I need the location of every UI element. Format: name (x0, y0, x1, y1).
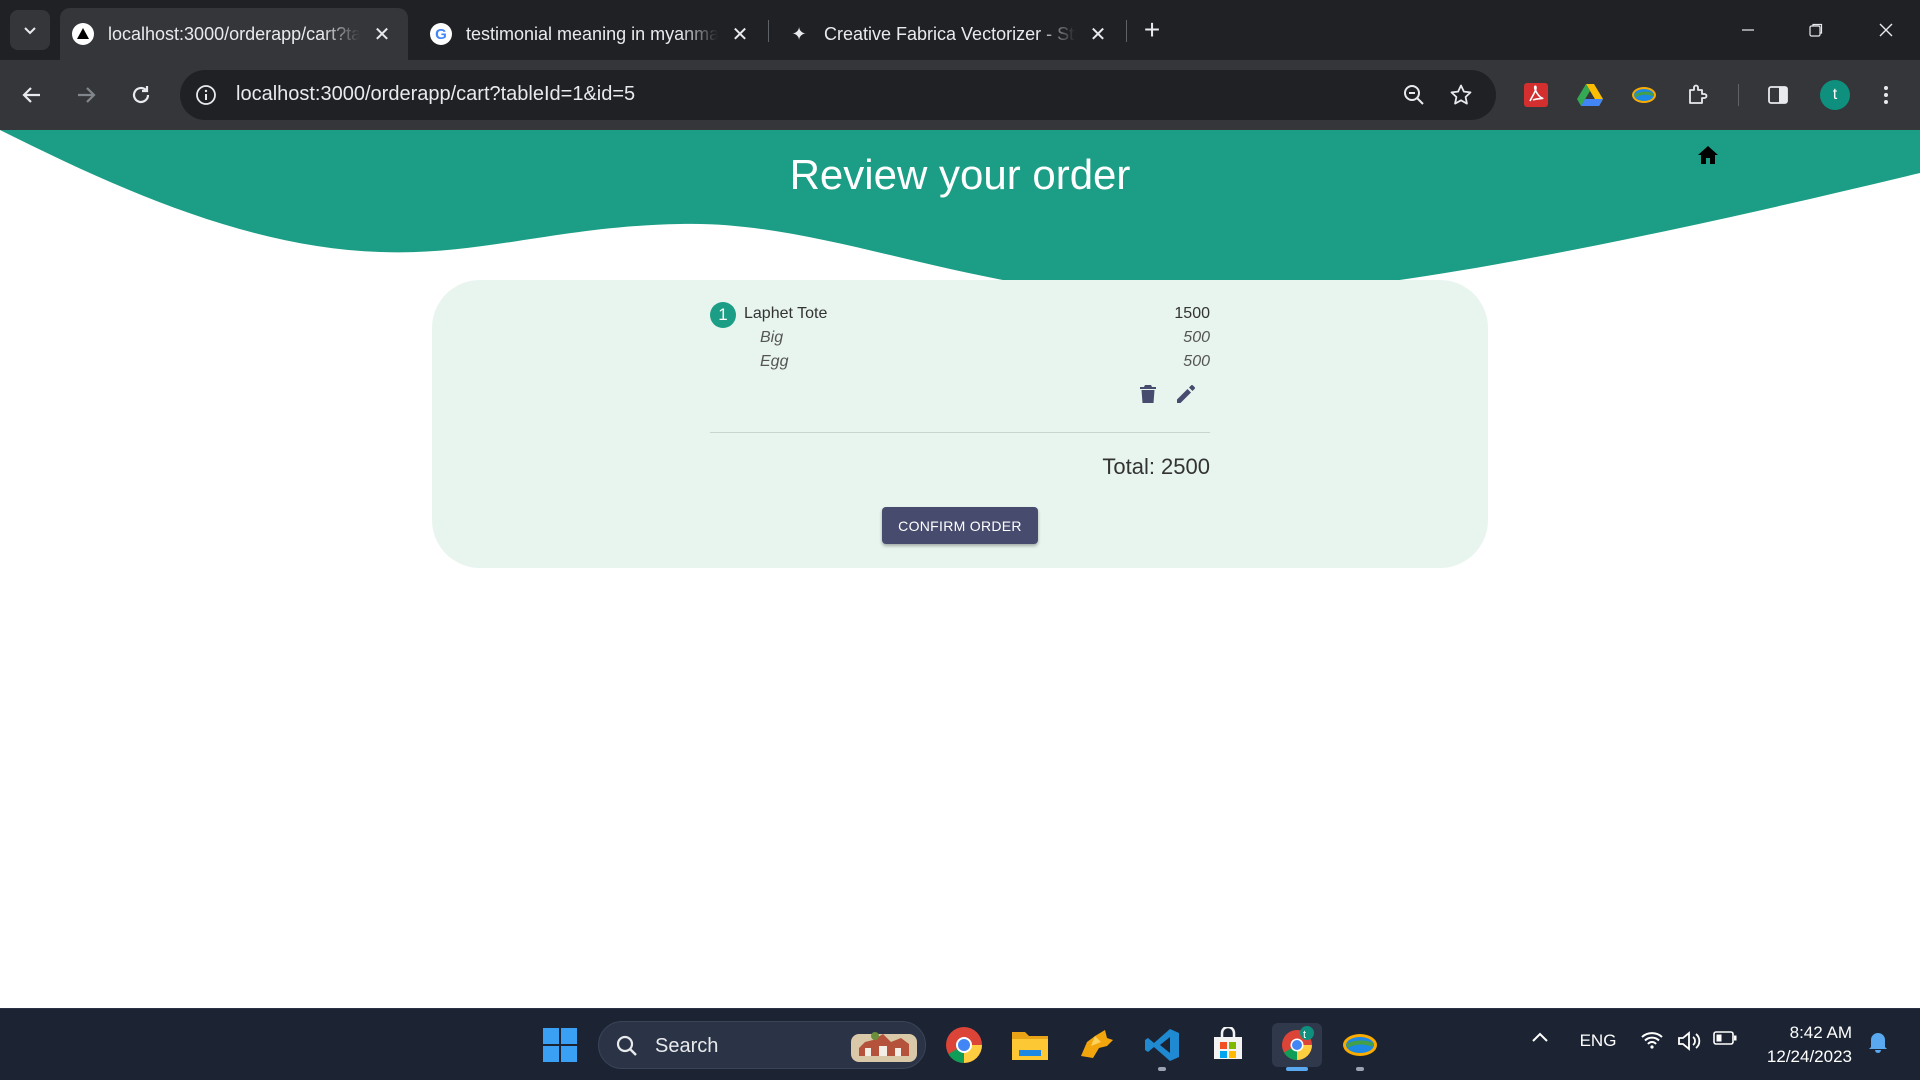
taskbar-chrome-profile[interactable]: t (1272, 1023, 1322, 1071)
forward-button[interactable] (66, 75, 106, 115)
chrome-profile-badge: t (1303, 1029, 1307, 1041)
address-bar[interactable]: localhost:3000/orderapp/cart?tableId=1&i… (180, 70, 1496, 120)
toolbar-separator (1738, 84, 1739, 106)
tab-title: localhost:3000/orderapp/cart?tableId=1&i… (108, 23, 360, 44)
tab-creative-fabrica[interactable]: ✦ Creative Fabrica Vectorizer - Studio ✕ (776, 8, 1124, 60)
addon-price: 500 (1183, 353, 1210, 370)
google-favicon-icon: G (430, 23, 452, 45)
bookmark-star-icon[interactable] (1447, 81, 1475, 109)
site-info-icon[interactable] (192, 81, 220, 109)
quantity-badge: 1 (710, 302, 736, 328)
tab-separator (1126, 20, 1127, 42)
minimize-icon (1742, 29, 1754, 31)
chevron-down-icon (24, 27, 36, 35)
arrow-left-icon (22, 87, 40, 103)
reload-button[interactable] (121, 75, 161, 115)
tab-cart[interactable]: localhost:3000/orderapp/cart?tableId=1&i… (60, 8, 408, 60)
addon-price: 500 (1183, 329, 1210, 346)
taskbar-store[interactable] (1206, 1023, 1250, 1067)
close-window-button[interactable] (1862, 10, 1910, 50)
google-drive-icon[interactable] (1570, 75, 1610, 115)
pencil-icon (1177, 385, 1195, 403)
edit-item-button[interactable] (1172, 380, 1200, 408)
sparkle-favicon-icon: ✦ (791, 23, 807, 44)
chrome-icon (946, 1027, 982, 1063)
extensions-puzzle-icon[interactable] (1678, 75, 1718, 115)
item-price: 1500 (1174, 305, 1210, 322)
taskbar-file-explorer[interactable] (1008, 1023, 1052, 1067)
close-icon (1879, 23, 1893, 37)
browser-tab-bar: localhost:3000/orderapp/cart?tableId=1&i… (0, 0, 1920, 60)
windows-taskbar: Search t ENG 8:42 AM 12/24/2023 (0, 1008, 1920, 1080)
system-clock[interactable]: 8:42 AM 12/24/2023 (1752, 1021, 1852, 1069)
home-icon (1698, 146, 1718, 164)
arrow-right-icon (78, 87, 96, 103)
chrome-profile-icon (1282, 1026, 1314, 1060)
search-label: Search (655, 1035, 719, 1057)
clock-date: 12/24/2023 (1766, 1047, 1852, 1066)
delete-item-button[interactable] (1134, 380, 1162, 408)
order-total: Total: 2500 (1102, 454, 1210, 479)
close-tab-icon[interactable]: ✕ (370, 22, 394, 46)
globe-app-icon (1343, 1034, 1377, 1056)
notification-bell-icon[interactable] (1866, 1031, 1890, 1053)
running-indicator (1286, 1067, 1308, 1071)
tab-title: Creative Fabrica Vectorizer - Studio (824, 23, 1076, 44)
language-indicator[interactable]: ENG (1576, 1031, 1620, 1051)
taskbar-globe-app[interactable] (1338, 1023, 1382, 1071)
battery-icon[interactable] (1712, 1031, 1738, 1045)
reload-icon (132, 86, 150, 104)
url-text[interactable]: localhost:3000/orderapp/cart?tableId=1&i… (236, 83, 635, 106)
item-name: Laphet Tote (744, 305, 828, 322)
volume-icon[interactable] (1676, 1031, 1702, 1051)
browser-toolbar: localhost:3000/orderapp/cart?tableId=1&i… (0, 60, 1920, 130)
restore-icon (1809, 23, 1823, 37)
close-tab-icon[interactable]: ✕ (728, 22, 752, 46)
addon-name: Big (760, 329, 784, 346)
taskbar-app[interactable] (1074, 1023, 1118, 1067)
page-title: Review your order (789, 151, 1131, 198)
addon-name: Egg (760, 353, 789, 370)
show-hidden-icons-button[interactable] (1528, 1031, 1552, 1043)
profile-avatar[interactable]: t (1820, 80, 1850, 110)
pdf-extension-icon[interactable] (1516, 75, 1556, 115)
new-tab-button[interactable]: + (1136, 14, 1168, 46)
confirm-order-button[interactable]: CONFIRM ORDER (882, 507, 1038, 544)
fox-app-icon (1081, 1030, 1113, 1058)
order-review-page: Review your order 1 Laphet Tote 1500 Big… (0, 130, 1920, 1008)
nextjs-favicon-icon (72, 23, 94, 45)
restore-button[interactable] (1792, 10, 1840, 50)
globe-extension-icon[interactable] (1624, 75, 1664, 115)
minimize-button[interactable] (1724, 10, 1772, 50)
search-icon (616, 1035, 637, 1056)
tab-google-search[interactable]: G testimonial meaning in myanmar - Googl… (418, 8, 766, 60)
home-button[interactable] (1694, 141, 1722, 169)
chevron-up-icon (1532, 1032, 1548, 1042)
kebab-menu-icon[interactable] (1866, 75, 1906, 115)
clock-time: 8:42 AM (1789, 1023, 1852, 1042)
folder-icon (1012, 1032, 1048, 1060)
taskbar-chrome[interactable] (942, 1023, 986, 1067)
tab-search-button[interactable] (10, 10, 50, 50)
trash-icon (1140, 385, 1156, 403)
vscode-icon (1145, 1029, 1179, 1061)
running-indicator (1158, 1067, 1166, 1071)
svg-text:G: G (435, 26, 447, 43)
taskbar-vscode[interactable] (1140, 1023, 1184, 1071)
total-divider (710, 432, 1210, 433)
running-indicator (1356, 1067, 1364, 1071)
side-panel-icon[interactable] (1758, 75, 1798, 115)
search-highlight-image (851, 1032, 917, 1062)
taskbar-search[interactable]: Search (598, 1021, 926, 1069)
windows-logo-icon (543, 1028, 577, 1062)
close-tab-icon[interactable]: ✕ (1086, 22, 1110, 46)
zoom-icon[interactable] (1400, 81, 1428, 109)
start-button[interactable] (538, 1023, 582, 1067)
back-button[interactable] (12, 75, 52, 115)
tab-title: testimonial meaning in myanmar - Google … (466, 23, 718, 44)
order-card: 1 Laphet Tote 1500 Big 500 Egg 500 Total… (432, 280, 1488, 568)
store-icon (1214, 1027, 1242, 1059)
wifi-icon[interactable] (1640, 1031, 1664, 1049)
tab-separator (768, 20, 769, 42)
